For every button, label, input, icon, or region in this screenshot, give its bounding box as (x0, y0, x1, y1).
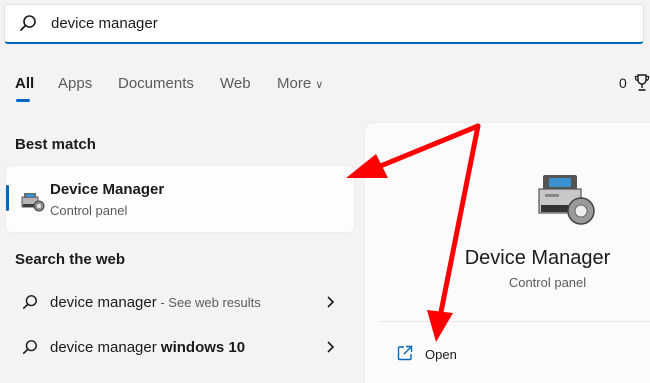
search-query-text: device manager (51, 15, 158, 32)
chevron-right-icon (327, 296, 335, 308)
search-web-heading: Search the web (15, 251, 126, 268)
rewards-points[interactable]: 0 (619, 75, 627, 91)
tab-apps[interactable]: Apps (58, 75, 92, 92)
preview-title-text: Device Manager (464, 247, 611, 269)
selection-indicator (6, 185, 9, 211)
tab-more[interactable]: More ∨ (277, 75, 323, 92)
best-match-heading: Best match (15, 136, 96, 153)
search-icon (20, 15, 36, 31)
tab-more-label: More (277, 75, 312, 92)
divider (379, 321, 650, 322)
trophy-icon[interactable] (634, 74, 650, 92)
web-result-query: device manager (50, 294, 157, 311)
web-result-text: device manager - See web results (50, 294, 261, 311)
active-tab-indicator (16, 99, 30, 102)
open-button-label: Open (425, 347, 457, 362)
preview-subtitle-text: Control panel (508, 275, 587, 290)
search-input[interactable]: device manager (4, 4, 644, 44)
preview-title: Device Manager (365, 247, 650, 270)
preview-subtitle: Control panel (365, 275, 650, 290)
open-external-icon (397, 345, 413, 361)
search-icon (22, 340, 37, 355)
tab-all[interactable]: All (15, 75, 34, 92)
filter-tabs: All Apps Documents Web More ∨ (0, 62, 650, 102)
web-result-item[interactable]: device manager windows 10 (6, 330, 354, 366)
preview-pane: Device Manager Control panel Open (365, 123, 650, 383)
device-manager-icon (538, 175, 595, 225)
open-button[interactable]: Open (393, 341, 513, 369)
best-match-title: Device Manager (50, 181, 165, 198)
tab-web[interactable]: Web (220, 75, 251, 92)
best-match-subtitle: Control panel (50, 203, 128, 218)
web-result-item[interactable]: device manager - See web results (6, 285, 354, 321)
best-match-result[interactable]: Device Manager Control panel (6, 166, 354, 232)
web-result-text: device manager windows 10 (50, 339, 245, 356)
web-result-query: device manager (50, 339, 161, 356)
chevron-down-icon: ∨ (315, 79, 324, 91)
tab-documents[interactable]: Documents (118, 75, 194, 92)
web-result-suggestion: windows 10 (160, 339, 246, 356)
device-manager-icon (21, 193, 45, 212)
chevron-right-icon (327, 341, 335, 353)
web-result-hint: - See web results (156, 295, 261, 310)
search-icon (22, 295, 37, 310)
